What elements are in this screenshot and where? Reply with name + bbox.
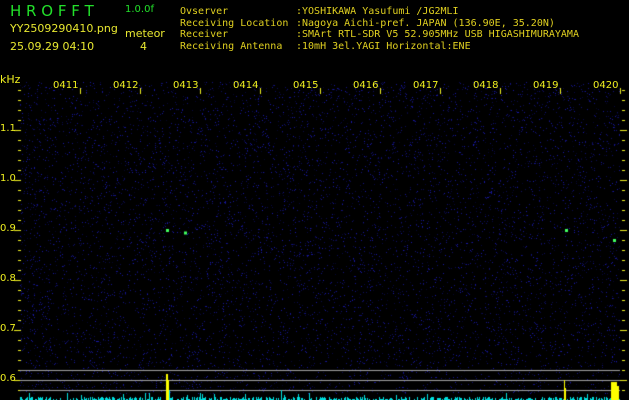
info-value: :SMArt RTL-SDR V5 52.905MHz USB HIGASHIM… bbox=[296, 29, 579, 40]
y-tick-label: 1.0 bbox=[0, 173, 16, 184]
spectrogram-plot bbox=[0, 0, 629, 400]
y-tick-label: 1.1 bbox=[0, 123, 16, 134]
info-value: :10mH 3el.YAGI Horizontal:ENE bbox=[296, 40, 471, 52]
info-value: :YOSHIKAWA Yasufumi /JG2MLI bbox=[296, 6, 459, 17]
y-axis-label: kHz bbox=[0, 73, 21, 86]
x-tick-label: 0420 bbox=[593, 80, 619, 91]
info-label: Receiver bbox=[180, 29, 229, 40]
x-tick-label: 0415 bbox=[293, 80, 319, 91]
info-label: Ovserver bbox=[180, 6, 229, 17]
info-label: Receiving Antenna bbox=[180, 40, 283, 52]
x-tick-label: 0412 bbox=[113, 80, 139, 91]
info-label: Receiving Location bbox=[180, 17, 289, 29]
x-tick-label: 0417 bbox=[413, 80, 439, 91]
x-tick-label: 0416 bbox=[353, 80, 379, 91]
x-tick-label: 0411 bbox=[53, 80, 79, 91]
meteor-count: 4 bbox=[140, 40, 147, 53]
app-title: H R O F F T bbox=[10, 2, 94, 20]
x-tick-label: 0418 bbox=[473, 80, 499, 91]
x-tick-label: 0413 bbox=[173, 80, 199, 91]
filename: YY2509290410.png bbox=[10, 22, 118, 35]
info-value: :Nagoya Aichi-pref. JAPAN (136.90E, 35.2… bbox=[296, 17, 555, 29]
x-tick-label: 0419 bbox=[533, 80, 559, 91]
y-tick-label: 0.9 bbox=[0, 223, 16, 234]
y-tick-label: 0.8 bbox=[0, 273, 16, 284]
version: 1.0.0f bbox=[125, 4, 154, 15]
y-tick-label: 0.7 bbox=[0, 323, 16, 334]
meteor-label: meteor bbox=[125, 27, 165, 40]
datetime: 25.09.29 04:10 bbox=[10, 40, 95, 53]
y-tick-label: 0.6 bbox=[0, 373, 16, 384]
x-tick-label: 0414 bbox=[233, 80, 259, 91]
